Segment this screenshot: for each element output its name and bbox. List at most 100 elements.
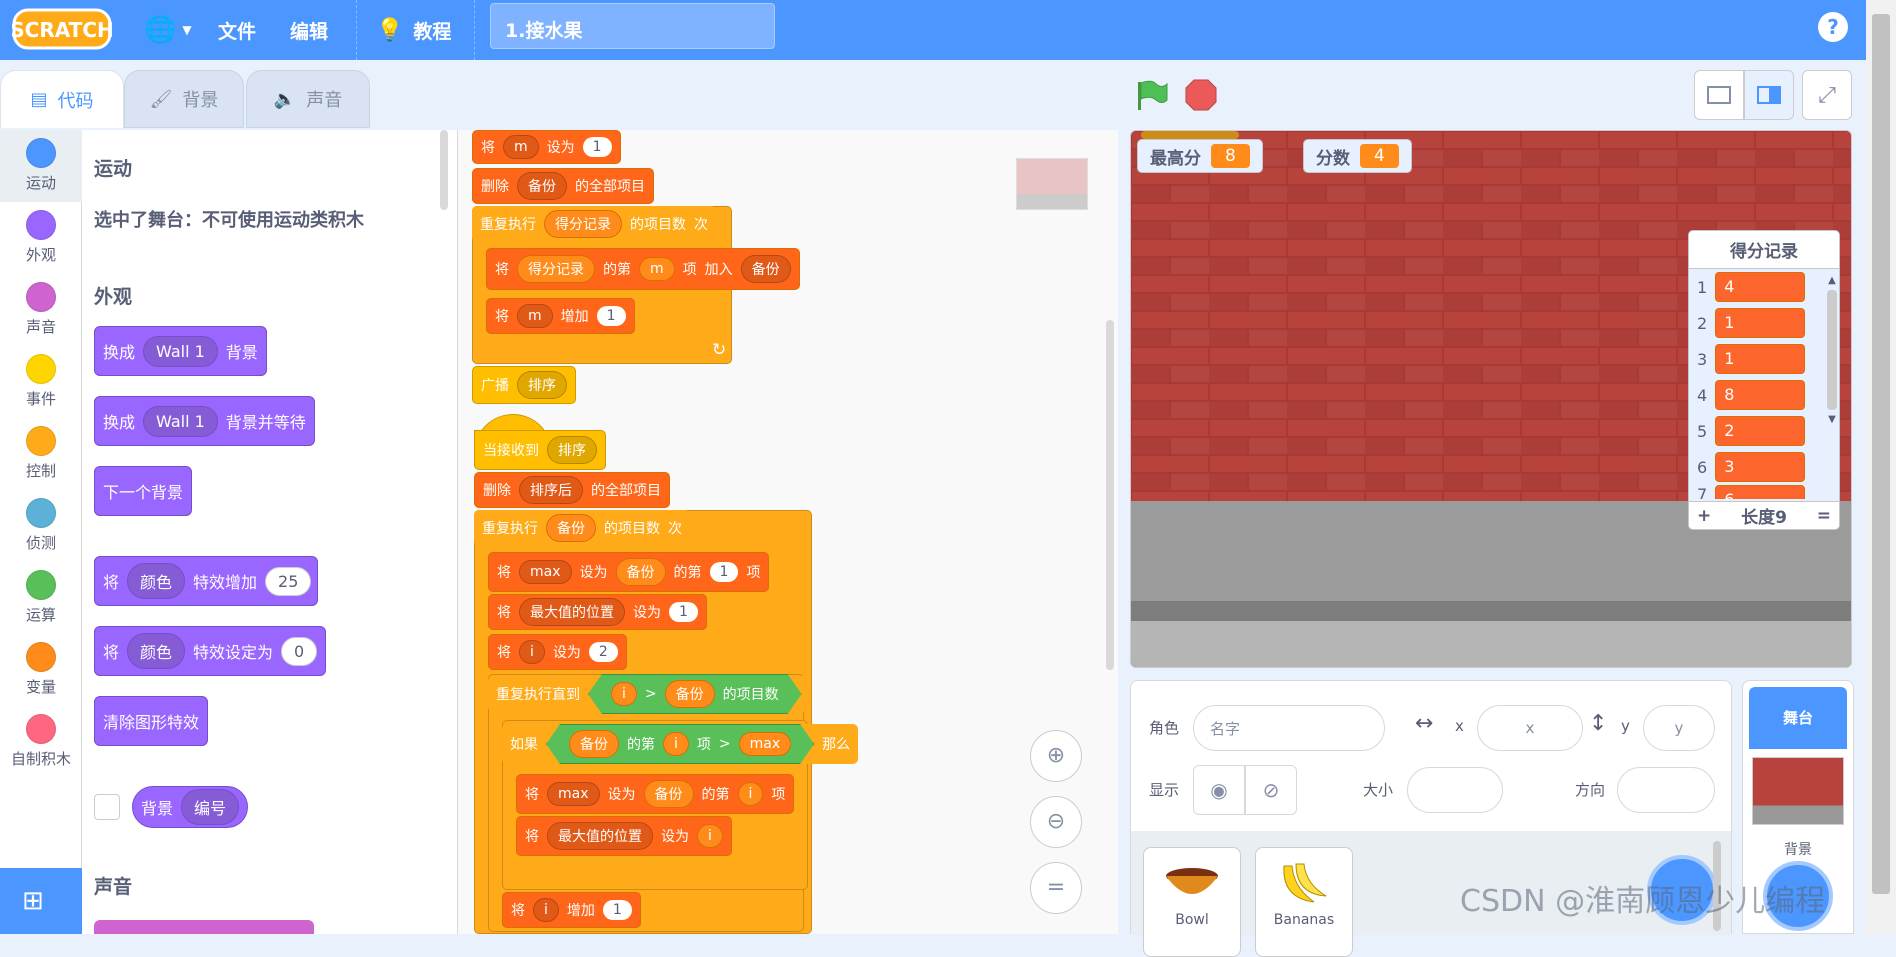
switch-backdrop-wait-block[interactable]: 换成 Wall 1 背景并等待 bbox=[94, 396, 315, 446]
value-input[interactable]: 1 bbox=[709, 562, 739, 582]
palette-scrollbar[interactable] bbox=[440, 130, 448, 210]
list-dropdown[interactable]: 备份 bbox=[665, 680, 715, 708]
scratch-logo[interactable]: SCRATCH bbox=[12, 6, 112, 52]
high-score-monitor[interactable]: 最高分 8 bbox=[1137, 139, 1263, 173]
value-input[interactable]: 1 bbox=[596, 306, 626, 326]
tab-backdrops[interactable]: 🖌 背景 bbox=[124, 70, 244, 128]
resize-handle-icon[interactable]: = bbox=[1817, 506, 1831, 526]
add-item-icon[interactable]: + bbox=[1697, 506, 1711, 526]
script-minimap[interactable] bbox=[1016, 158, 1088, 210]
change-i-block[interactable]: 将 i 增加 1 bbox=[502, 892, 641, 928]
script-area[interactable]: 将 m 设为 1 删除 备份 的全部项目 重复执行 得分记录 的项目数次 将得分记录 的第 m 项加… bbox=[458, 130, 1118, 934]
var-reporter[interactable]: i bbox=[737, 782, 764, 806]
list-value[interactable]: 4 bbox=[1715, 272, 1806, 302]
list-dropdown[interactable]: 得分记录 bbox=[544, 210, 622, 238]
help-icon[interactable]: ? bbox=[1818, 12, 1848, 42]
edit-menu[interactable]: 编辑 bbox=[290, 0, 328, 60]
var-reporter[interactable]: i bbox=[697, 824, 723, 848]
list-dropdown[interactable]: 备份 bbox=[517, 172, 567, 200]
list-value[interactable]: 8 bbox=[1715, 380, 1806, 410]
change-m-block[interactable]: 将 m 增加 1 bbox=[486, 298, 635, 334]
tab-code[interactable]: ▤ 代码 bbox=[0, 70, 124, 128]
set-maxpos-inner-block[interactable]: 将最大值的位置 设为 i bbox=[516, 816, 732, 856]
list-item[interactable]: 48 bbox=[1689, 377, 1839, 413]
var-reporter[interactable]: max bbox=[739, 732, 792, 756]
effect-dropdown[interactable]: 颜色 bbox=[127, 563, 186, 599]
y-field[interactable]: y bbox=[1643, 705, 1715, 751]
value-input[interactable]: 1 bbox=[669, 602, 698, 622]
backdrop-dropdown[interactable]: Wall 1 bbox=[143, 335, 218, 367]
sound-block[interactable] bbox=[94, 920, 314, 934]
switch-backdrop-block[interactable]: 换成 Wall 1 背景 bbox=[94, 326, 267, 376]
zoom-in-button[interactable]: ⊕ bbox=[1030, 730, 1082, 782]
direction-field[interactable] bbox=[1617, 767, 1715, 813]
normal-stage-button[interactable] bbox=[1744, 70, 1794, 120]
delete-all-backup-block[interactable]: 删除 备份 的全部项目 bbox=[472, 168, 654, 204]
category-sensing[interactable]: 侦测 bbox=[0, 490, 82, 562]
list-value[interactable]: 2 bbox=[1715, 416, 1806, 446]
list-dropdown[interactable]: 备份 bbox=[615, 558, 666, 586]
green-flag-icon[interactable] bbox=[1134, 78, 1170, 112]
category-sound[interactable]: 声音 bbox=[0, 274, 82, 346]
score-log-list-monitor[interactable]: 得分记录 14 21 31 48 52 63 76 +长度9= ▲▼ bbox=[1688, 230, 1840, 530]
value-input[interactable]: 2 bbox=[588, 642, 618, 662]
broadcast-block[interactable]: 广播 排序 bbox=[472, 366, 576, 404]
set-max-inner-block[interactable]: 将 max 设为 备份 的第 i 项 bbox=[516, 774, 795, 814]
effect-dropdown[interactable]: 颜色 bbox=[127, 633, 186, 669]
list-value[interactable]: 3 bbox=[1715, 452, 1806, 482]
category-control[interactable]: 控制 bbox=[0, 418, 82, 490]
category-myblocks[interactable]: 自制积木 bbox=[0, 706, 82, 778]
gt-condition[interactable]: i > 备份 的项目数 bbox=[588, 674, 802, 714]
hide-eye-icon[interactable]: ⊘ bbox=[1245, 765, 1297, 815]
set-m-block[interactable]: 将 m 设为 1 bbox=[472, 130, 621, 164]
score-monitor[interactable]: 分数 4 bbox=[1303, 139, 1412, 173]
list-dropdown[interactable]: 得分记录 bbox=[517, 255, 595, 283]
list-dropdown[interactable]: 排序后 bbox=[519, 476, 583, 504]
zoom-reset-button[interactable]: = bbox=[1030, 862, 1082, 914]
list-value[interactable]: 6 bbox=[1715, 485, 1806, 499]
next-backdrop-block[interactable]: 下一个背景 bbox=[94, 466, 193, 516]
stop-icon[interactable] bbox=[1184, 78, 1218, 112]
list-dropdown[interactable]: 备份 bbox=[740, 255, 791, 283]
project-title-input[interactable]: 1.接水果 bbox=[490, 3, 775, 49]
var-dropdown[interactable]: i bbox=[533, 898, 559, 922]
list-item[interactable]: 21 bbox=[1689, 305, 1839, 341]
tab-sounds[interactable]: 🔈 声音 bbox=[246, 70, 370, 128]
message-dropdown[interactable]: 排序 bbox=[547, 436, 597, 464]
reporter-checkbox[interactable] bbox=[94, 794, 120, 820]
var-dropdown[interactable]: m bbox=[517, 304, 553, 328]
category-events[interactable]: 事件 bbox=[0, 346, 82, 418]
add-item-block[interactable]: 将得分记录 的第 m 项加入 备份 bbox=[486, 248, 800, 290]
sprite-thumb-bananas[interactable]: Bananas bbox=[1255, 847, 1353, 957]
value-input[interactable]: 1 bbox=[582, 137, 612, 157]
add-extension-button[interactable]: ⊞ bbox=[0, 868, 82, 934]
backdrop-attr-dropdown[interactable]: 编号 bbox=[181, 789, 240, 825]
clear-effects-block[interactable]: 清除图形特效 bbox=[94, 696, 209, 746]
list-value[interactable]: 1 bbox=[1715, 344, 1806, 374]
var-reporter[interactable]: i bbox=[611, 682, 637, 706]
backdrop-thumbnail[interactable] bbox=[1752, 757, 1844, 825]
category-variables[interactable]: 变量 bbox=[0, 634, 82, 706]
var-reporter[interactable]: m bbox=[639, 257, 675, 281]
message-dropdown[interactable]: 排序 bbox=[517, 371, 567, 399]
list-value[interactable]: 1 bbox=[1715, 308, 1806, 338]
list-dropdown[interactable]: 备份 bbox=[643, 780, 694, 808]
sprite-thumb-bowl[interactable]: Bowl bbox=[1143, 847, 1241, 957]
delete-all-sorted-block[interactable]: 删除 排序后 的全部项目 bbox=[474, 472, 670, 508]
var-reporter[interactable]: i bbox=[663, 732, 689, 756]
set-effect-block[interactable]: 将颜色 特效设定为 0 bbox=[94, 626, 327, 676]
file-menu[interactable]: 文件 bbox=[218, 0, 256, 60]
show-eye-icon[interactable]: ◉ bbox=[1193, 765, 1245, 815]
var-dropdown[interactable]: m bbox=[503, 135, 539, 159]
category-operators[interactable]: 运算 bbox=[0, 562, 82, 634]
list-item[interactable]: 76 bbox=[1689, 485, 1839, 499]
list-item[interactable]: 14 bbox=[1689, 269, 1839, 305]
language-menu[interactable]: 🌐 ▼ bbox=[144, 0, 192, 60]
var-dropdown[interactable]: max bbox=[519, 560, 572, 584]
backdrop-reporter-block[interactable]: 背景 编号 bbox=[132, 786, 249, 828]
list-dropdown[interactable]: 备份 bbox=[569, 730, 619, 758]
set-max-block[interactable]: 将 max 设为 备份 的第 1 项 bbox=[488, 552, 770, 592]
zoom-out-button[interactable]: ⊖ bbox=[1030, 796, 1082, 848]
set-maxpos-block[interactable]: 将最大值的位置 设为 1 bbox=[488, 594, 707, 630]
small-stage-button[interactable] bbox=[1694, 70, 1744, 120]
